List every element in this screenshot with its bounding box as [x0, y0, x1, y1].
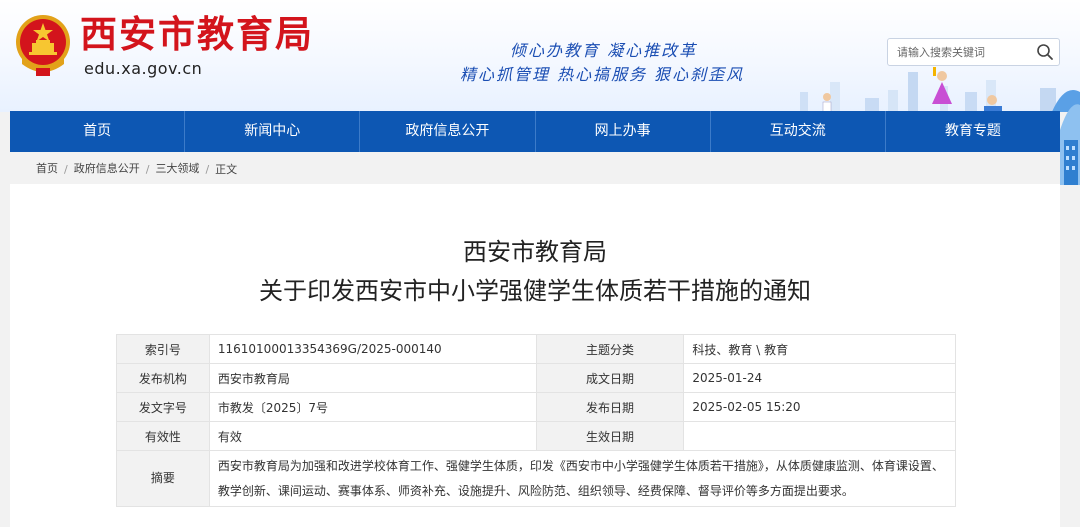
nav-item-home[interactable]: 首页: [10, 111, 186, 152]
search-input[interactable]: [888, 39, 1033, 65]
nav-item-interaction[interactable]: 互动交流: [711, 111, 886, 152]
abstract-label: 摘要: [116, 450, 210, 507]
nav-item-education-topics[interactable]: 教育专题: [886, 111, 1060, 152]
topic-label: 主题分类: [535, 334, 685, 364]
published-date-label: 发布日期: [535, 392, 685, 422]
abstract-value: 西安市教育局为加强和改进学校体育工作、强健学生体质，印发《西安市中小学强健学生体…: [208, 450, 957, 507]
main-nav: 首页 新闻中心 政府信息公开 网上办事 互动交流 教育专题: [10, 111, 1060, 152]
doc-number-value: 市教发〔2025〕7号: [208, 392, 537, 422]
doc-number-label: 发文字号: [116, 392, 210, 422]
nav-item-online-service[interactable]: 网上办事: [536, 111, 711, 152]
topic-value: 科技、教育 \ 教育: [683, 334, 956, 364]
search-icon[interactable]: [1035, 42, 1055, 62]
search-box: [887, 38, 1060, 66]
written-date-label: 成文日期: [535, 363, 685, 393]
issuer-value: 西安市教育局: [208, 363, 537, 393]
breadcrumb-home[interactable]: 首页: [36, 162, 58, 175]
written-date-value: 2025-01-24: [683, 363, 956, 393]
document-meta-table: 索引号 11610100013354369G/2025-000140 主题分类 …: [116, 334, 957, 507]
document-issuer-title: 西安市教育局: [463, 238, 607, 266]
nav-item-gov-info[interactable]: 政府信息公开: [360, 111, 536, 152]
breadcrumb-three-fields[interactable]: 三大领域: [155, 162, 199, 175]
breadcrumb: 首页 / 政府信息公开 / 三大领域 / 正文: [36, 160, 237, 176]
table-row: 摘要 西安市教育局为加强和改进学校体育工作、强健学生体质，印发《西安市中小学强健…: [116, 450, 957, 507]
breadcrumb-separator: /: [64, 162, 68, 176]
table-row: 发布机构 西安市教育局 成文日期 2025-01-24: [116, 363, 956, 393]
published-date-value: 2025-02-05 15:20: [683, 392, 956, 422]
city-illustration: [800, 67, 1080, 112]
slogan-line-1: 倾心办教育 凝心推改革: [510, 41, 698, 60]
table-row: 索引号 11610100013354369G/2025-000140 主题分类 …: [116, 334, 956, 364]
nav-item-news[interactable]: 新闻中心: [185, 111, 361, 152]
validity-label: 有效性: [116, 421, 210, 451]
building-decoration: [1060, 104, 1080, 185]
table-row: 发文字号 市教发〔2025〕7号 发布日期 2025-02-05 15:20: [116, 392, 956, 422]
article-content: 西安市教育局 关于印发西安市中小学强健学生体质若干措施的通知 索引号 11610…: [10, 184, 1060, 527]
breadcrumb-current: 正文: [215, 163, 238, 176]
issuer-label: 发布机构: [116, 363, 210, 393]
effective-date-value: [683, 421, 956, 451]
breadcrumb-gov-info[interactable]: 政府信息公开: [74, 162, 140, 175]
index-value: 11610100013354369G/2025-000140: [208, 334, 537, 364]
document-title: 关于印发西安市中小学强健学生体质若干措施的通知: [259, 277, 811, 305]
breadcrumb-separator: /: [145, 162, 150, 176]
site-title: 西安市教育局: [80, 12, 314, 56]
national-emblem-icon: [16, 15, 70, 76]
table-row: 有效性 有效 生效日期: [116, 421, 956, 451]
validity-value: 有效: [208, 421, 537, 451]
site-domain: edu.xa.gov.cn: [84, 59, 203, 78]
effective-date-label: 生效日期: [535, 421, 685, 451]
breadcrumb-separator: /: [205, 162, 210, 176]
slogan-line-2: 精心抓管理 热心搞服务 狠心刹歪风: [460, 65, 745, 84]
site-header: 西安市教育局 edu.xa.gov.cn 倾心办教育 凝心推改革 精心抓管理 热…: [0, 0, 1080, 112]
index-label: 索引号: [116, 334, 210, 364]
